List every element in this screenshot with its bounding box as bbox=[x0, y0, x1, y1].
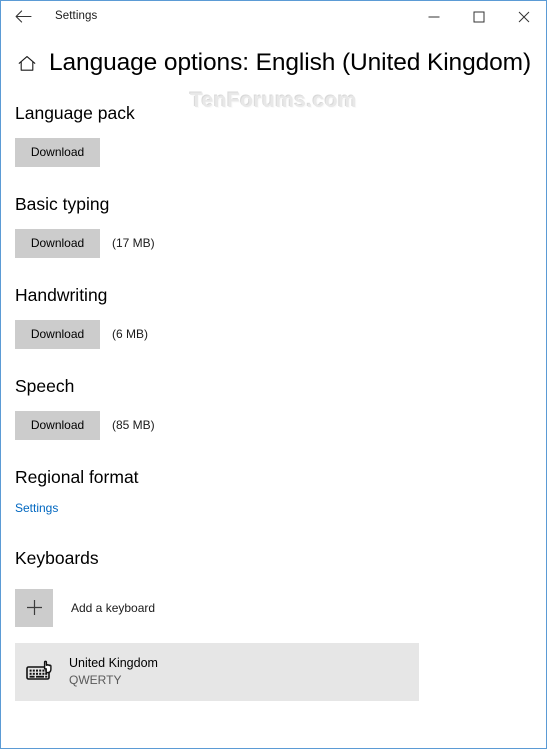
back-button[interactable] bbox=[1, 2, 45, 32]
close-button[interactable] bbox=[501, 1, 546, 32]
back-arrow-icon bbox=[15, 10, 32, 23]
minimize-icon bbox=[428, 11, 440, 23]
section-title-basic-typing: Basic typing bbox=[15, 193, 110, 214]
section-title-speech: Speech bbox=[15, 375, 75, 396]
section-handwriting: Handwriting Download (6 MB) bbox=[15, 285, 532, 349]
basic-typing-size-label: (17 MB) bbox=[112, 236, 155, 251]
settings-window: Settings Language options: English (Unit… bbox=[0, 0, 547, 749]
speech-size-label: (85 MB) bbox=[112, 418, 155, 433]
app-title: Settings bbox=[55, 9, 98, 22]
download-handwriting-button[interactable]: Download bbox=[15, 319, 100, 349]
basic-typing-row: Download (17 MB) bbox=[15, 228, 532, 258]
keyboard-item-text: United Kingdom QWERTY bbox=[69, 655, 158, 688]
handwriting-size-label: (6 MB) bbox=[112, 327, 148, 342]
maximize-button[interactable] bbox=[456, 1, 501, 32]
page-title: Language options: English (United Kingdo… bbox=[49, 49, 532, 76]
section-speech: Speech Download (85 MB) bbox=[15, 376, 532, 440]
section-language-pack: Language pack Download bbox=[15, 103, 532, 167]
keyboard-item-layout: QWERTY bbox=[69, 673, 122, 688]
add-keyboard-label: Add a keyboard bbox=[71, 600, 156, 615]
section-title-keyboards: Keyboards bbox=[15, 547, 99, 568]
home-icon[interactable] bbox=[15, 51, 39, 75]
section-keyboards: Keyboards Add a keyboard United Kingdom … bbox=[15, 548, 532, 701]
section-title-handwriting: Handwriting bbox=[15, 284, 108, 305]
speech-row: Download (85 MB) bbox=[15, 410, 532, 440]
regional-format-settings-link[interactable]: Settings bbox=[15, 502, 58, 514]
section-title-language-pack: Language pack bbox=[15, 102, 135, 123]
handwriting-row: Download (6 MB) bbox=[15, 319, 532, 349]
close-icon bbox=[518, 11, 530, 23]
keyboard-item-name: United Kingdom bbox=[69, 656, 158, 671]
regional-format-row: Settings bbox=[15, 502, 532, 514]
keyboard-icon bbox=[25, 656, 57, 688]
download-basic-typing-button[interactable]: Download bbox=[15, 228, 100, 258]
page-header: Language options: English (United Kingdo… bbox=[1, 49, 546, 77]
maximize-icon bbox=[473, 11, 485, 23]
window-controls bbox=[411, 1, 546, 32]
plus-icon bbox=[15, 588, 53, 627]
add-keyboard-button[interactable]: Add a keyboard bbox=[15, 588, 532, 627]
title-bar: Settings bbox=[1, 1, 546, 32]
download-speech-button[interactable]: Download bbox=[15, 410, 100, 440]
section-title-regional-format: Regional format bbox=[15, 466, 139, 487]
download-language-pack-button[interactable]: Download bbox=[15, 137, 100, 167]
minimize-button[interactable] bbox=[411, 1, 456, 32]
settings-content: Language pack Download Basic typing Down… bbox=[1, 103, 546, 701]
keyboard-list: United Kingdom QWERTY bbox=[15, 642, 532, 701]
list-item[interactable]: United Kingdom QWERTY bbox=[15, 642, 419, 701]
section-regional-format: Regional format Settings bbox=[15, 467, 532, 514]
section-basic-typing: Basic typing Download (17 MB) bbox=[15, 194, 532, 258]
language-pack-row: Download bbox=[15, 137, 532, 167]
